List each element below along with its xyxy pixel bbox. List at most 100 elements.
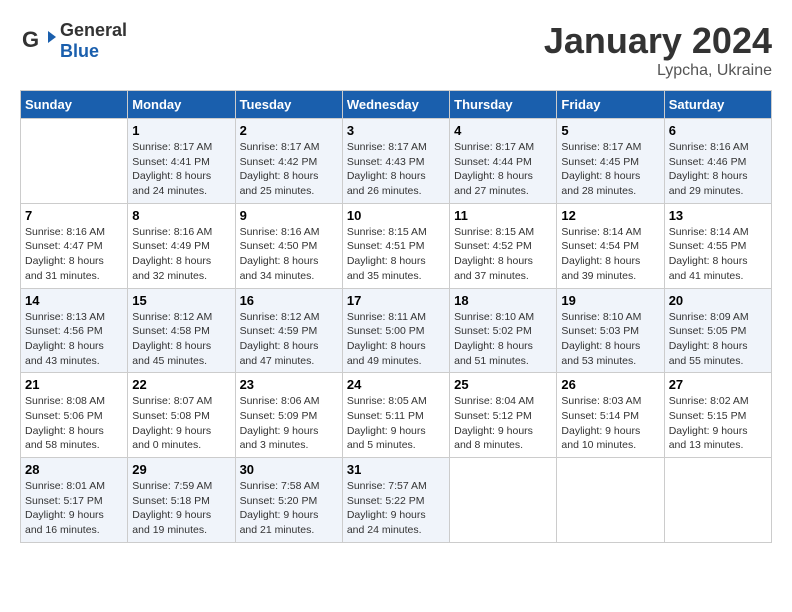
col-tuesday: Tuesday: [235, 91, 342, 119]
table-row: 30 Sunrise: 7:58 AM Sunset: 5:20 PM Dayli…: [235, 458, 342, 543]
logo-general: General: [60, 20, 127, 40]
day-info: Sunrise: 8:16 AM Sunset: 4:49 PM Dayligh…: [132, 225, 230, 284]
day-info: Sunrise: 8:12 AM Sunset: 4:58 PM Dayligh…: [132, 310, 230, 369]
table-row: [450, 458, 557, 543]
col-friday: Friday: [557, 91, 664, 119]
table-row: 13 Sunrise: 8:14 AM Sunset: 4:55 PM Dayli…: [664, 203, 771, 288]
table-row: [557, 458, 664, 543]
day-info: Sunrise: 8:14 AM Sunset: 4:54 PM Dayligh…: [561, 225, 659, 284]
day-number: 23: [240, 377, 338, 392]
day-info: Sunrise: 8:02 AM Sunset: 5:15 PM Dayligh…: [669, 394, 767, 453]
logo-icon: G: [20, 23, 56, 59]
day-info: Sunrise: 8:17 AM Sunset: 4:42 PM Dayligh…: [240, 140, 338, 199]
day-info: Sunrise: 8:14 AM Sunset: 4:55 PM Dayligh…: [669, 225, 767, 284]
day-number: 25: [454, 377, 552, 392]
day-number: 5: [561, 123, 659, 138]
day-number: 30: [240, 462, 338, 477]
day-number: 9: [240, 208, 338, 223]
table-row: 5Sunrise: 8:17 AM Sunset: 4:45 PM Daylig…: [557, 119, 664, 204]
page-header: G General Blue January 2024 Lypcha, Ukra…: [20, 20, 772, 80]
day-info: Sunrise: 8:12 AM Sunset: 4:59 PM Dayligh…: [240, 310, 338, 369]
location-subtitle: Lypcha, Ukraine: [544, 62, 772, 80]
table-row: 4 Sunrise: 8:17 AM Sunset: 4:44 PM Daylig…: [450, 119, 557, 204]
table-row: 10Sunrise: 8:15 AM Sunset: 4:51 PM Dayli…: [342, 203, 449, 288]
day-info: Sunrise: 8:01 AM Sunset: 5:17 PM Dayligh…: [25, 479, 123, 538]
day-number: 19: [561, 293, 659, 308]
table-row: 15 Sunrise: 8:12 AM Sunset: 4:58 PM Dayli…: [128, 288, 235, 373]
table-row: [664, 458, 771, 543]
day-info: Sunrise: 8:17 AM Sunset: 4:43 PM Dayligh…: [347, 140, 445, 199]
day-info: Sunrise: 8:16 AM Sunset: 4:46 PM Dayligh…: [669, 140, 767, 199]
day-info: Sunrise: 8:13 AM Sunset: 4:56 PM Dayligh…: [25, 310, 123, 369]
day-number: 8: [132, 208, 230, 223]
day-info: Sunrise: 8:17 AM Sunset: 4:44 PM Dayligh…: [454, 140, 552, 199]
table-row: [21, 119, 128, 204]
day-number: 2: [240, 123, 338, 138]
table-row: 17Sunrise: 8:11 AM Sunset: 5:00 PM Dayli…: [342, 288, 449, 373]
calendar-row: 1 Sunrise: 8:17 AM Sunset: 4:41 PM Daylig…: [21, 119, 772, 204]
day-number: 16: [240, 293, 338, 308]
day-info: Sunrise: 7:57 AM Sunset: 5:22 PM Dayligh…: [347, 479, 445, 538]
svg-text:G: G: [22, 27, 39, 52]
calendar-row: 7Sunrise: 8:16 AM Sunset: 4:47 PM Daylig…: [21, 203, 772, 288]
col-monday: Monday: [128, 91, 235, 119]
table-row: 25 Sunrise: 8:04 AM Sunset: 5:12 PM Dayli…: [450, 373, 557, 458]
day-number: 22: [132, 377, 230, 392]
logo-blue: Blue: [60, 41, 99, 61]
table-row: 20 Sunrise: 8:09 AM Sunset: 5:05 PM Dayli…: [664, 288, 771, 373]
calendar-table: Sunday Monday Tuesday Wednesday Thursday…: [20, 90, 772, 543]
day-number: 11: [454, 208, 552, 223]
day-info: Sunrise: 8:15 AM Sunset: 4:52 PM Dayligh…: [454, 225, 552, 284]
day-number: 28: [25, 462, 123, 477]
col-saturday: Saturday: [664, 91, 771, 119]
day-number: 6: [669, 123, 767, 138]
day-number: 29: [132, 462, 230, 477]
table-row: 22 Sunrise: 8:07 AM Sunset: 5:08 PM Dayli…: [128, 373, 235, 458]
table-row: 29Sunrise: 7:59 AM Sunset: 5:18 PM Dayli…: [128, 458, 235, 543]
table-row: 12Sunrise: 8:14 AM Sunset: 4:54 PM Dayli…: [557, 203, 664, 288]
day-number: 26: [561, 377, 659, 392]
day-number: 24: [347, 377, 445, 392]
col-thursday: Thursday: [450, 91, 557, 119]
day-info: Sunrise: 8:10 AM Sunset: 5:02 PM Dayligh…: [454, 310, 552, 369]
calendar-row: 21Sunrise: 8:08 AM Sunset: 5:06 PM Dayli…: [21, 373, 772, 458]
day-info: Sunrise: 8:07 AM Sunset: 5:08 PM Dayligh…: [132, 394, 230, 453]
day-number: 14: [25, 293, 123, 308]
day-info: Sunrise: 8:06 AM Sunset: 5:09 PM Dayligh…: [240, 394, 338, 453]
table-row: 28 Sunrise: 8:01 AM Sunset: 5:17 PM Dayli…: [21, 458, 128, 543]
calendar-header-row: Sunday Monday Tuesday Wednesday Thursday…: [21, 91, 772, 119]
table-row: 23 Sunrise: 8:06 AM Sunset: 5:09 PM Dayli…: [235, 373, 342, 458]
table-row: 1 Sunrise: 8:17 AM Sunset: 4:41 PM Daylig…: [128, 119, 235, 204]
table-row: 6 Sunrise: 8:16 AM Sunset: 4:46 PM Daylig…: [664, 119, 771, 204]
table-row: 9 Sunrise: 8:16 AM Sunset: 4:50 PM Daylig…: [235, 203, 342, 288]
day-number: 3: [347, 123, 445, 138]
month-title: January 2024: [544, 20, 772, 62]
table-row: 11 Sunrise: 8:15 AM Sunset: 4:52 PM Dayli…: [450, 203, 557, 288]
day-number: 10: [347, 208, 445, 223]
day-info: Sunrise: 8:04 AM Sunset: 5:12 PM Dayligh…: [454, 394, 552, 453]
day-info: Sunrise: 8:11 AM Sunset: 5:00 PM Dayligh…: [347, 310, 445, 369]
table-row: 26 Sunrise: 8:03 AM Sunset: 5:14 PM Dayli…: [557, 373, 664, 458]
day-number: 27: [669, 377, 767, 392]
day-info: Sunrise: 7:58 AM Sunset: 5:20 PM Dayligh…: [240, 479, 338, 538]
day-number: 4: [454, 123, 552, 138]
day-number: 13: [669, 208, 767, 223]
day-info: Sunrise: 8:16 AM Sunset: 4:50 PM Dayligh…: [240, 225, 338, 284]
day-info: Sunrise: 8:17 AM Sunset: 4:41 PM Dayligh…: [132, 140, 230, 199]
table-row: 24Sunrise: 8:05 AM Sunset: 5:11 PM Dayli…: [342, 373, 449, 458]
day-number: 20: [669, 293, 767, 308]
logo: G General Blue: [20, 20, 127, 62]
table-row: 8 Sunrise: 8:16 AM Sunset: 4:49 PM Daylig…: [128, 203, 235, 288]
day-number: 21: [25, 377, 123, 392]
day-number: 7: [25, 208, 123, 223]
day-number: 1: [132, 123, 230, 138]
day-info: Sunrise: 8:09 AM Sunset: 5:05 PM Dayligh…: [669, 310, 767, 369]
day-number: 31: [347, 462, 445, 477]
col-wednesday: Wednesday: [342, 91, 449, 119]
day-info: Sunrise: 8:03 AM Sunset: 5:14 PM Dayligh…: [561, 394, 659, 453]
table-row: 7Sunrise: 8:16 AM Sunset: 4:47 PM Daylig…: [21, 203, 128, 288]
title-area: January 2024 Lypcha, Ukraine: [544, 20, 772, 80]
day-number: 15: [132, 293, 230, 308]
table-row: 16 Sunrise: 8:12 AM Sunset: 4:59 PM Dayli…: [235, 288, 342, 373]
table-row: 27 Sunrise: 8:02 AM Sunset: 5:15 PM Dayli…: [664, 373, 771, 458]
